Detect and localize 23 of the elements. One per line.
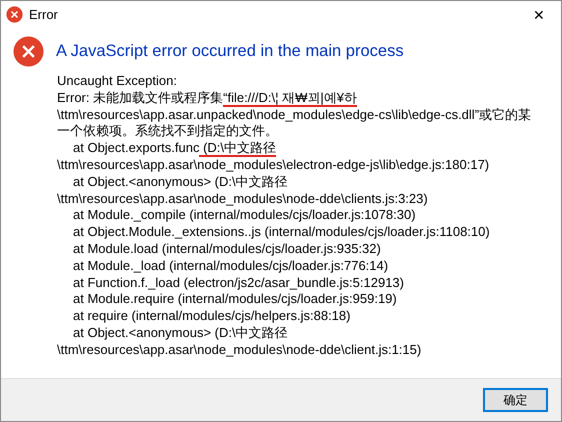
message-line: at Function.f._load (electron/js2c/asar_bundle.js:5:12913)	[72, 274, 404, 292]
message-line: at Module.load (internal/modules/cjs/loader.js:935:32)	[72, 240, 381, 258]
message-line: 一个依赖项。系统找不到指定的文件。	[57, 123, 278, 140]
message-line: \ttm\resources\app.asar\node_modules\node-dde\client.js:1:15)	[57, 342, 422, 359]
message-line: at Object.Module._extensions..js (internal/modules/cjs/loader.js:1108:10)	[72, 224, 490, 241]
message-line: at require (internal/modules/cjs/helpers.js:88:18)	[72, 308, 350, 325]
message-line: Uncaught Exception:	[57, 73, 177, 90]
close-button[interactable]: ✕	[517, 1, 561, 28]
error-icon	[13, 36, 44, 67]
message-line: Error: 未能加载文件或程序集“file:///D:\¦ 재₩꾀|예¥하	[57, 90, 357, 107]
message-line: at Module._compile (internal/modules/cjs/loader.js:1078:30)	[72, 207, 416, 224]
error-heading: A JavaScript error occurred in the main process	[56, 42, 404, 61]
message-line: at Object.<anonymous> (D:\中文路径	[72, 324, 288, 342]
window-title: Error	[29, 7, 59, 22]
message-line: at Module._load (internal/modules/cjs/loader.js:776:14)	[72, 258, 388, 275]
message-line: at Module.require (internal/modules/cjs/loader.js:959:19)	[72, 291, 397, 308]
message-line: \ttm\resources\app.asar\node_modules\node-dde\clients.js:3:23)	[57, 190, 428, 208]
error-icon	[6, 6, 23, 23]
message-line: at Object.exports.func (D:\中文路径	[72, 140, 276, 157]
message-line: \ttm\resources\app.asar.unpacked\node_modules\edge-cs\lib\edge-cs.dll”或它的某	[57, 106, 532, 124]
message-line: \ttm\resources\app.asar\node_modules\electron-edge-js\lib\edge.js:180:17)	[57, 156, 490, 174]
ok-button[interactable]: 确定	[483, 388, 548, 412]
message-line: at Object.<anonymous> (D:\中文路径	[72, 174, 288, 191]
